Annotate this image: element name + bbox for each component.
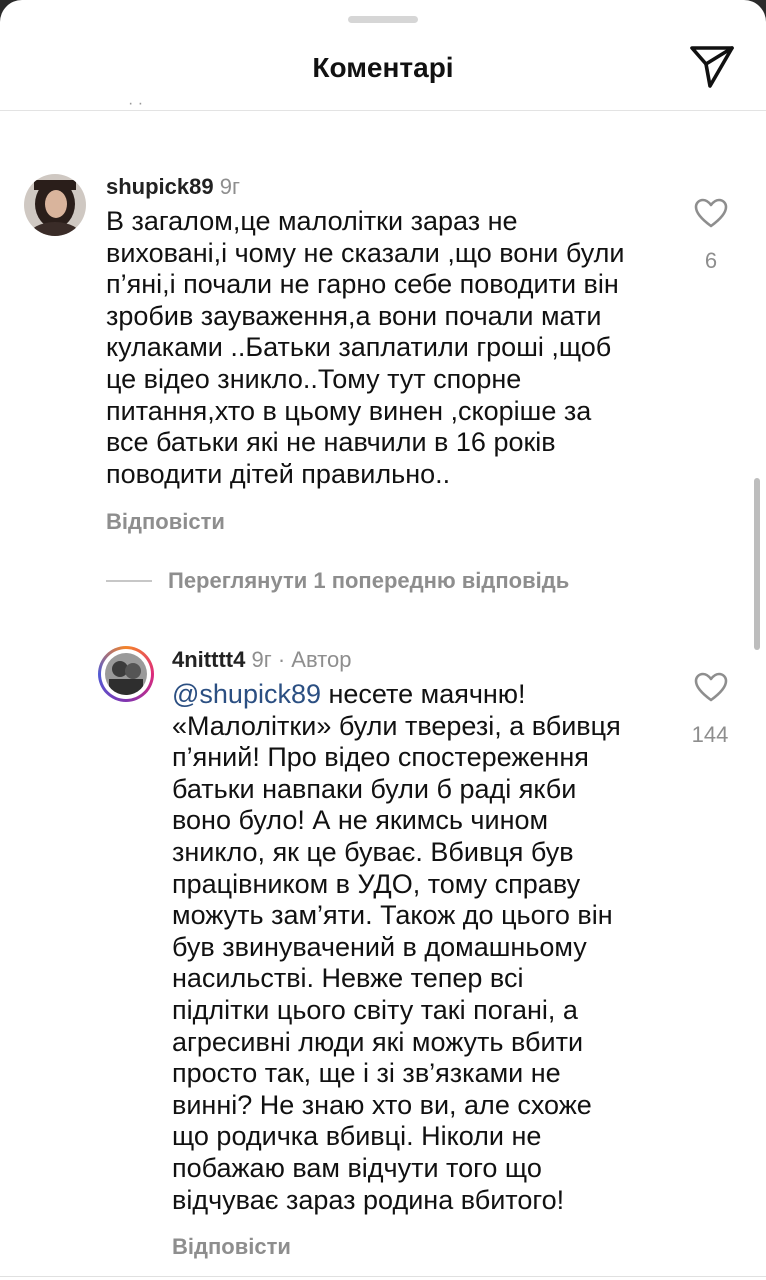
heart-icon[interactable] — [694, 672, 728, 702]
comment-line: батьки навпаки були б раді якби — [172, 773, 577, 804]
reply-button[interactable]: Відповісти — [172, 1234, 291, 1260]
send-icon[interactable] — [688, 44, 736, 90]
reply-button[interactable]: Відповісти — [106, 509, 225, 535]
comment-body: В загалом,це малолітки зараз не виховані… — [106, 206, 624, 490]
comment-line: був звинувачений в домашньому — [172, 931, 587, 962]
comment-body: @shupick89 несете маячню! «Малолітки» бу… — [172, 679, 621, 1216]
heart-icon[interactable] — [694, 198, 728, 228]
sheet-grabber[interactable] — [348, 16, 418, 23]
comment-line: можуть зам’яти. Також до цього він — [172, 900, 613, 931]
comment-line: насильстві. Невже тепер всі — [172, 963, 524, 994]
comment-line: питання,хто в цьому винен ,скоріше за — [106, 395, 592, 426]
mention-link[interactable]: @shupick89 — [172, 679, 321, 709]
scrollbar[interactable] — [754, 478, 760, 650]
comment-meta: shupick89 9г — [106, 174, 240, 200]
avatar — [105, 653, 147, 695]
like-count: 6 — [704, 248, 718, 273]
view-replies-label: Переглянути 1 попередню відповідь — [168, 568, 570, 593]
comment-line: зробив зауваження,а вони почали мати — [106, 300, 602, 331]
comment-line: підлітки цього світу такі погані, а — [172, 994, 578, 1025]
comment-line: зникло, як це буває. Вбивця був — [172, 836, 574, 867]
page-title: Коментарі — [312, 52, 454, 83]
comment-line: відчуває зараз родина вбитого! — [172, 1184, 565, 1215]
avatar-photo-icon — [24, 174, 86, 236]
comment-line: поводити дітей правильно.. — [106, 458, 451, 489]
avatar-photo-icon — [105, 653, 147, 695]
avatar-story-ring[interactable] — [98, 646, 154, 702]
comment-line: агресивні люди які можуть вбити — [172, 1026, 584, 1057]
comment-line: просто так, ще і зі зв’язками не — [172, 1058, 561, 1089]
comment-line: це відео зникло..Тому тут спорне — [106, 363, 522, 394]
comment-time: 9г — [219, 174, 240, 199]
comment-line: виховані,і чому не сказали ,що вони були — [106, 237, 625, 268]
comment-line: несете маячню! — [321, 679, 526, 709]
comment-line: В загалом,це малолітки зараз не — [106, 206, 518, 236]
comment-meta: 4nitttt4 9г · Автор — [172, 647, 351, 673]
comment-line: кулаками ..Батьки заплатили гроші ,щоб — [106, 332, 612, 363]
comment-username[interactable]: shupick89 — [106, 174, 214, 199]
replies-divider — [106, 580, 152, 582]
header-divider — [0, 110, 766, 111]
comment-line: п’яні,і почали не гарно себе поводити ві… — [106, 269, 619, 300]
comment-line: все батьки які не навчили в 16 років — [106, 427, 556, 458]
bottom-divider — [0, 1276, 766, 1277]
truncated-previous-content: · · — [128, 95, 144, 112]
comment-line: побажаю вам відчути того що — [172, 1152, 542, 1183]
comment-username[interactable]: 4nitttt4 — [172, 647, 245, 672]
comment-line: воно було! А не якимсь чином — [172, 805, 549, 836]
comment-line: «Малолітки» були тверезі, а вбивця — [172, 710, 621, 741]
comment-line: працівником в УДО, тому справу — [172, 868, 581, 899]
comments-sheet: Коментарі · · shupick89 9г В загалом,це … — [0, 0, 766, 1280]
comment-line: що родичка вбивці. Ніколи не — [172, 1121, 542, 1152]
avatar[interactable] — [24, 174, 86, 236]
comment-line: п’яний! Про відео спостереження — [172, 742, 589, 773]
comment-line: винні? Не знаю хто ви, але схоже — [172, 1089, 592, 1120]
comment-time-author: 9г · Автор — [251, 647, 352, 672]
like-count: 144 — [691, 722, 729, 747]
